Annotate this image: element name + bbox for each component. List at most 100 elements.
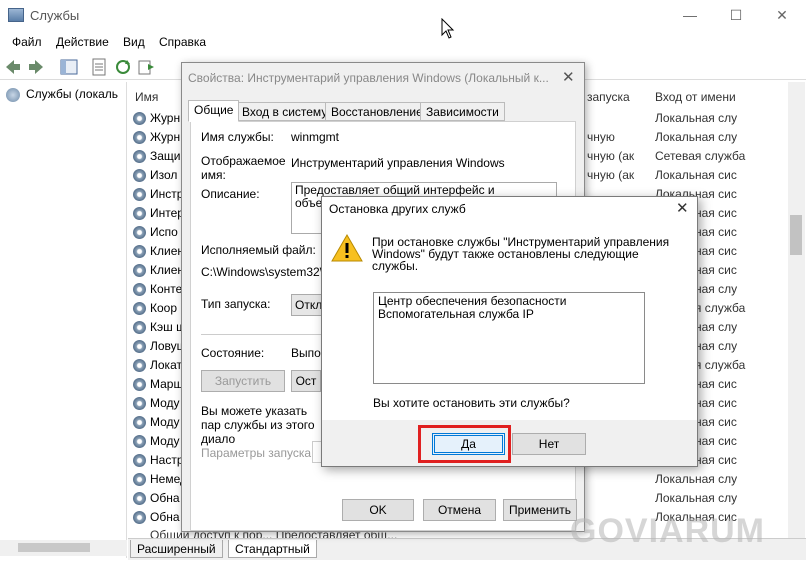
stop-button[interactable]: Ост: [291, 370, 321, 392]
menu-action[interactable]: Действие: [56, 35, 109, 49]
forward-arrow-icon[interactable]: [27, 58, 45, 76]
service-gear-icon: [133, 131, 146, 144]
service-row-logon: Локальная сис: [655, 168, 737, 182]
yes-button[interactable]: Да: [432, 433, 505, 455]
service-row-name[interactable]: Клиен: [150, 244, 184, 258]
service-gear-icon: [133, 245, 146, 258]
service-name-label: Имя службы:: [201, 130, 274, 144]
service-row-logon: Локальная слу: [655, 472, 738, 486]
column-header-logon[interactable]: Вход от имени: [655, 90, 736, 104]
list-scroll-thumb[interactable]: [790, 215, 802, 255]
service-row-name[interactable]: Настр: [150, 453, 184, 467]
back-arrow-icon[interactable]: [4, 58, 22, 76]
exe-path-label: Исполняемый файл:: [201, 243, 316, 257]
tab-dependencies[interactable]: Зависимости: [420, 102, 505, 121]
column-header-name[interactable]: Имя: [135, 90, 158, 104]
service-row-name[interactable]: Изол: [150, 168, 177, 182]
dialog-close-icon[interactable]: ✕: [676, 199, 689, 217]
service-gear-icon: [133, 264, 146, 277]
tab-standard[interactable]: Стандартный: [228, 540, 317, 558]
service-name-value: winmgmt: [291, 130, 340, 144]
service-row-name[interactable]: Клиен: [150, 263, 184, 277]
properties-icon[interactable]: [90, 58, 108, 76]
watermark: GOVIARUM: [570, 512, 765, 550]
dialog-question: Вы хотите остановить эти службы?: [373, 396, 570, 410]
start-button[interactable]: Запустить: [201, 370, 285, 392]
status-label: Состояние:: [201, 346, 265, 360]
menu-help[interactable]: Справка: [159, 35, 206, 49]
service-gear-icon: [133, 435, 146, 448]
service-row-name[interactable]: Обна: [150, 491, 180, 505]
tree-scroll-thumb[interactable]: [18, 543, 90, 552]
params-hint: Вы можете указать пар службы из этого ди…: [201, 404, 315, 446]
menu-bar: [0, 30, 806, 52]
minimize-button[interactable]: —: [667, 0, 713, 30]
service-gear-icon: [133, 321, 146, 334]
ok-button[interactable]: OK: [342, 499, 414, 521]
no-button[interactable]: Нет: [512, 433, 586, 455]
services-icon: [8, 8, 24, 22]
mouse-cursor-icon: [441, 18, 455, 39]
service-row-logon: Сетевая служба: [655, 149, 746, 163]
apply-button[interactable]: Применить: [503, 499, 577, 521]
properties-title: Свойства: Инструментарий управления Wind…: [188, 71, 549, 85]
close-button[interactable]: ✕: [759, 0, 805, 30]
service-row-name[interactable]: Инстр: [150, 187, 183, 201]
service-row-name[interactable]: Моду: [150, 415, 180, 429]
exe-path-value: C:\Windows\system32\s: [201, 265, 330, 279]
service-row-name[interactable]: Обна: [150, 510, 180, 524]
service-row-startup: чную (ак: [587, 149, 635, 163]
tree-item-services[interactable]: Службы (локаль: [26, 87, 118, 101]
list-item: Вспомогательная служба IP: [378, 307, 534, 321]
service-gear-icon: [133, 359, 146, 372]
service-row-name[interactable]: Испо: [150, 225, 178, 239]
service-row-name[interactable]: Интер: [150, 206, 184, 220]
dependent-services-list[interactable]: Центр обеспечения безопасности Вспомогат…: [373, 292, 645, 384]
service-gear-icon: [133, 397, 146, 410]
dialog-message: При остановке службы "Инструментарий упр…: [372, 235, 670, 273]
service-row-logon: Локальная слу: [655, 491, 738, 505]
service-row-startup: чную: [587, 130, 615, 144]
service-gear-icon: [133, 492, 146, 505]
service-row-logon: Локальная слу: [655, 111, 738, 125]
service-gear-icon: [133, 511, 146, 524]
list-vertical-scrollbar[interactable]: [788, 82, 805, 538]
column-header-startup[interactable]: запуска: [587, 90, 630, 104]
service-row-name[interactable]: Моду: [150, 396, 180, 410]
service-gear-icon: [133, 150, 146, 163]
properties-close-icon[interactable]: ✕: [562, 68, 575, 86]
service-gear-icon: [133, 283, 146, 296]
service-row-name[interactable]: Коор: [150, 301, 177, 315]
display-name-value: Инструментарий управления Windows: [291, 156, 505, 170]
display-name-label: Отображаемое имя:: [201, 154, 286, 182]
cancel-button[interactable]: Отмена: [423, 499, 496, 521]
service-gear-icon: [133, 207, 146, 220]
service-gear-icon: [133, 416, 146, 429]
service-row-name[interactable]: Конте: [150, 282, 182, 296]
service-row-name[interactable]: Журн: [150, 111, 180, 125]
service-gear-icon: [133, 226, 146, 239]
tab-recovery[interactable]: Восстановление: [325, 102, 429, 121]
service-gear-icon: [133, 188, 146, 201]
maximize-button[interactable]: ☐: [713, 0, 759, 30]
service-gear-icon: [133, 112, 146, 125]
service-row-name[interactable]: Защи: [150, 149, 181, 163]
tab-logon[interactable]: Вход в систему: [236, 102, 334, 121]
service-gear-icon: [133, 378, 146, 391]
console-tree-icon[interactable]: [60, 58, 78, 76]
service-row-name[interactable]: Локат: [150, 358, 182, 372]
description-label: Описание:: [201, 187, 260, 201]
service-gear-icon: [133, 454, 146, 467]
service-row-startup: чную (ак: [587, 168, 635, 182]
startup-type-label: Тип запуска:: [201, 297, 271, 311]
menu-view[interactable]: Вид: [123, 35, 145, 49]
service-row-name[interactable]: Журн: [150, 130, 180, 144]
export-icon[interactable]: [138, 58, 156, 76]
tab-general[interactable]: Общие: [188, 100, 240, 122]
tab-extended[interactable]: Расширенный: [130, 540, 223, 558]
menu-file[interactable]: Файл: [12, 35, 42, 49]
service-gear-icon: [133, 169, 146, 182]
service-row-name[interactable]: Моду: [150, 434, 180, 448]
service-row-name[interactable]: Марш: [150, 377, 183, 391]
refresh-icon[interactable]: [114, 58, 132, 76]
